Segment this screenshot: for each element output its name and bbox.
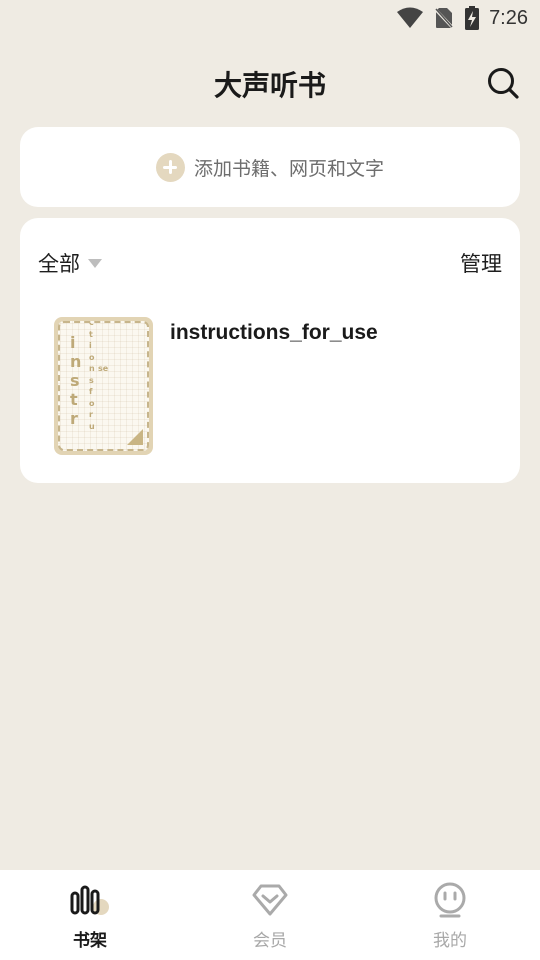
nav-label-vip: 会员	[253, 931, 287, 951]
bottom-nav: 书架 会员 我的	[0, 870, 540, 960]
nav-label-bookshelf: 书架	[73, 931, 107, 951]
filter-label: 全部	[38, 252, 80, 276]
nav-item-profile[interactable]: 我的	[360, 870, 540, 960]
manage-button[interactable]: 管理	[460, 248, 502, 278]
search-button[interactable]	[484, 64, 522, 102]
nav-label-profile: 我的	[433, 931, 467, 951]
cover-text-line2: ctionsforu	[89, 321, 95, 431]
add-content-label: 添加书籍、网页和文字	[193, 157, 384, 180]
battery-charging-icon	[465, 6, 480, 30]
book-title[interactable]: instructions_for_use	[170, 321, 378, 345]
no-sim-icon	[435, 7, 454, 29]
app-header: 大声听书	[0, 56, 540, 110]
nav-item-vip[interactable]: 会员	[180, 870, 360, 960]
status-icons: 7:26	[397, 5, 528, 31]
plus-circle-icon	[155, 152, 185, 182]
cover-text-line3: se	[98, 364, 109, 373]
chevron-down-icon	[88, 258, 102, 268]
cover-corner-fold	[127, 429, 143, 445]
bookshelf-icon	[70, 885, 109, 915]
cover-text-line1: instr	[70, 333, 82, 428]
page-title: 大声听书	[213, 69, 326, 102]
status-time: 7:26	[489, 7, 528, 29]
book-cover[interactable]: instr ctionsforu se	[54, 317, 153, 455]
search-icon	[488, 68, 519, 99]
nav-item-bookshelf[interactable]: 书架	[0, 870, 180, 960]
vip-diamond-icon	[252, 884, 288, 916]
filter-dropdown[interactable]: 全部	[38, 248, 102, 278]
bookshelf-card: 全部 管理 instr ctionsforu se instructions_f…	[20, 218, 520, 483]
book-cover-inner: instr ctionsforu se	[58, 321, 149, 451]
status-bar: 7:26	[0, 0, 540, 36]
book-item[interactable]: instr ctionsforu se instructions_for_use	[54, 317, 494, 455]
add-content-button[interactable]: 添加书籍、网页和文字	[20, 127, 520, 207]
wifi-icon	[397, 7, 424, 28]
profile-face-icon	[434, 882, 466, 918]
